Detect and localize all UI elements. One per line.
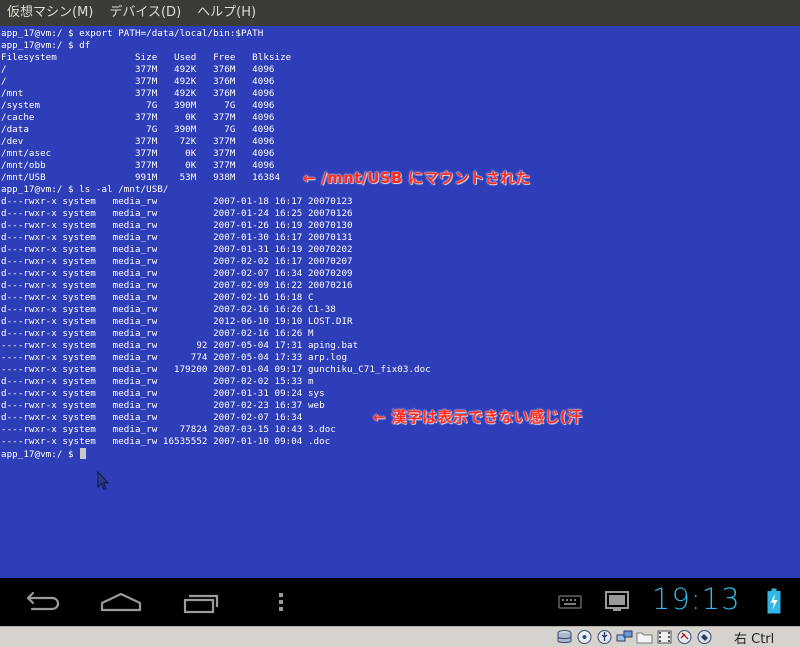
terminal-line: ----rwxr-x system media_rw 16535552 2007… [1, 436, 331, 447]
optical-disk-icon[interactable] [576, 629, 593, 645]
menu-devices[interactable]: デバイス(D) [101, 0, 189, 26]
terminal-window[interactable]: app_17@vm:/ $ export PATH=/data/local/bi… [0, 26, 800, 578]
terminal-line: / 377M 492K 376M 4096 [1, 64, 275, 75]
back-icon[interactable] [18, 586, 68, 618]
keyboard-icon[interactable] [558, 594, 582, 610]
terminal-line: /cache 377M 0K 377M 4096 [1, 112, 275, 123]
terminal-line: /mnt/asec 377M 0K 377M 4096 [1, 148, 275, 159]
mouse-pointer-icon [97, 471, 109, 491]
mouse-integration-icon[interactable] [676, 629, 693, 645]
host-key-label: 右 Ctrl [734, 632, 775, 647]
home-icon[interactable] [96, 586, 146, 618]
terminal-line: d---rwxr-x system media_rw 2012-06-10 19… [1, 316, 353, 327]
terminal-line: app_17@vm:/ $ export PATH=/data/local/bi… [1, 28, 264, 39]
terminal-line: d---rwxr-x system media_rw 2007-02-16 16… [1, 304, 336, 315]
terminal-prompt: app_17@vm:/ $ [1, 449, 80, 460]
menu-help[interactable]: ヘルプ(H) [189, 0, 264, 26]
vm-menubar: 仮想マシン(M) デバイス(D) ヘルプ(H) [0, 0, 800, 26]
terminal-line: d---rwxr-x system media_rw 2007-02-02 16… [1, 256, 353, 267]
terminal-line: ----rwxr-x system media_rw 179200 2007-0… [1, 364, 431, 375]
terminal-line: /dev 377M 72K 377M 4096 [1, 136, 275, 147]
terminal-prompt-line[interactable]: app_17@vm:/ $ [1, 448, 431, 460]
terminal-line: /data 7G 390M 7G 4096 [1, 124, 275, 135]
terminal-line: d---rwxr-x system media_rw 2007-02-02 15… [1, 376, 314, 387]
terminal-cursor [80, 448, 87, 459]
usb-icon[interactable] [596, 629, 613, 645]
terminal-line: d---rwxr-x system media_rw 2007-01-30 16… [1, 232, 353, 243]
terminal-line: d---rwxr-x system media_rw 2007-01-24 16… [1, 208, 353, 219]
annotation-kanji-note: ← 漢字は表示できない感じ(汗 [373, 408, 583, 426]
screenshot-icon[interactable] [604, 590, 630, 612]
terminal-line: d---rwxr-x system media_rw 2007-02-07 16… [1, 268, 353, 279]
hard-disk-icon[interactable] [556, 629, 573, 645]
terminal-line: Filesystem Size Used Free Blksize [1, 52, 292, 63]
terminal-line: d---rwxr-x system media_rw 2007-01-31 16… [1, 244, 353, 255]
battery-charging-icon [767, 588, 781, 614]
terminal-line: d---rwxr-x system media_rw 2007-01-18 16… [1, 196, 353, 207]
annotation-mount-note: ← /mnt/USB にマウントされた [303, 169, 531, 187]
terminal-line: d---rwxr-x system media_rw 2007-02-07 16… [1, 412, 303, 423]
terminal-line: /mnt 377M 492K 376M 4096 [1, 88, 275, 99]
shared-folder-icon[interactable] [636, 629, 653, 645]
keyboard-capture-icon[interactable] [696, 629, 713, 645]
terminal-line: d---rwxr-x system media_rw 2007-02-23 16… [1, 400, 325, 411]
menu-machine[interactable]: 仮想マシン(M) [0, 0, 101, 26]
vbox-status-bar: 右 Ctrl [0, 626, 800, 647]
terminal-line: ----rwxr-x system media_rw 77824 2007-03… [1, 424, 336, 435]
terminal-line: d---rwxr-x system media_rw 2007-01-26 16… [1, 220, 353, 231]
android-navigation-bar: 19:13 [0, 578, 800, 626]
terminal-line: /system 7G 390M 7G 4096 [1, 100, 275, 111]
network-icon[interactable] [616, 629, 633, 645]
terminal-line: d---rwxr-x system media_rw 2007-02-09 16… [1, 280, 353, 291]
terminal-line: d---rwxr-x system media_rw 2007-02-16 16… [1, 328, 314, 339]
terminal-line: ----rwxr-x system media_rw 774 2007-05-0… [1, 352, 348, 363]
terminal-line: app_17@vm:/ $ df [1, 40, 91, 51]
terminal-line: d---rwxr-x system media_rw 2007-01-31 09… [1, 388, 325, 399]
status-clock: 19:13 [652, 582, 741, 616]
menu-dots-icon[interactable] [266, 586, 296, 618]
terminal-line: / 377M 492K 376M 4096 [1, 76, 275, 87]
video-capture-icon[interactable] [656, 629, 673, 645]
terminal-output: app_17@vm:/ $ export PATH=/data/local/bi… [1, 28, 431, 460]
recent-apps-icon[interactable] [176, 586, 226, 618]
terminal-line: ----rwxr-x system media_rw 92 2007-05-04… [1, 340, 359, 351]
terminal-line: d---rwxr-x system media_rw 2007-02-16 16… [1, 292, 314, 303]
